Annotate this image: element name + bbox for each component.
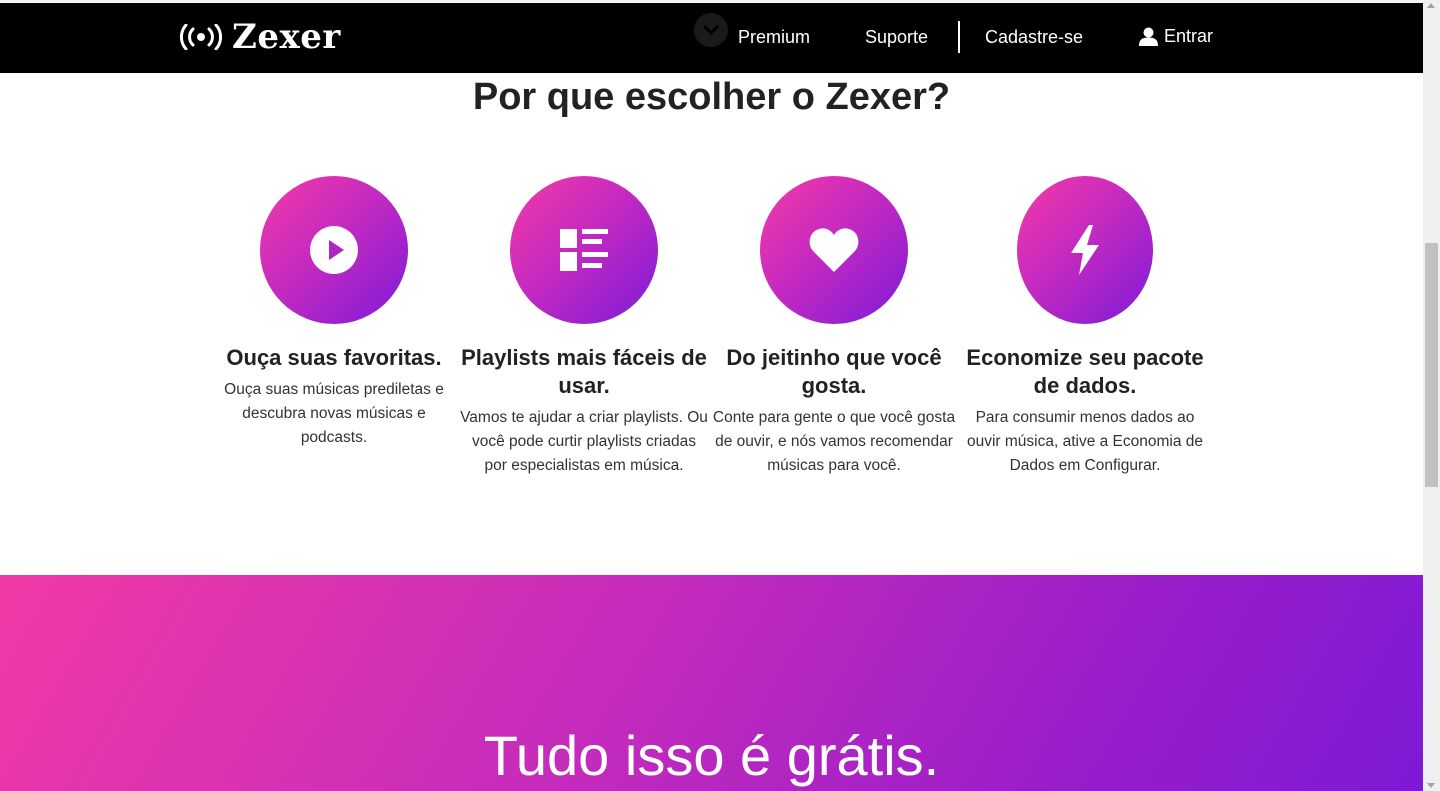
feature-card: Do jeitinho que você gosta. Conte para g… [709,176,959,478]
vertical-scrollbar[interactable] [1423,0,1440,791]
playlist-icon [560,229,608,271]
feature-title: Playlists mais fáceis de usar. [461,345,707,398]
scrollbar-thumb[interactable] [1425,243,1438,487]
heart-icon [809,228,859,272]
lightning-icon [1071,225,1099,275]
login-label: Entrar [1164,26,1214,46]
nav-support-link[interactable]: Suporte [865,27,928,48]
feature-description: Conte para gente o que você gosta de ouv… [712,409,956,474]
feature-card: Ouça suas favoritas. Ouça suas músicas p… [209,176,459,450]
nav-login-link[interactable]: Entrar [1139,26,1213,47]
nav-signup-link[interactable]: Cadastre-se [985,27,1083,48]
feature-description: Para consumir menos dados ao ouvir músic… [966,409,1204,474]
play-icon [310,226,358,274]
feature-card: Economize seu pacote de dados. Para cons… [960,176,1210,478]
brand-logo[interactable]: Zexer [180,17,341,57]
scroll-up-arrow-icon[interactable] [1427,3,1435,8]
feature-description: Ouça suas músicas prediletas e descubra … [224,381,444,446]
feature-circle [510,176,658,324]
broadcast-icon [180,24,222,50]
feature-title: Economize seu pacote de dados. [966,345,1204,398]
section-heading: Por que escolher o Zexer? [472,76,951,118]
banner-text: Tudo isso é grátis. [483,724,940,787]
nav-divider [958,21,960,53]
feature-title: Do jeitinho que você gosta. [726,345,942,398]
feature-circle [760,176,908,324]
navbar: Zexer Premium Suporte Cadastre-se Entrar [0,3,1423,73]
feature-title: Ouça suas favoritas. [226,345,442,370]
free-banner: Tudo isso é grátis. [0,575,1423,791]
feature-description: Vamos te ajudar a criar playlists. Ou vo… [460,409,708,474]
scroll-down-arrow-icon[interactable] [1427,783,1435,788]
chevron-down-icon [694,13,728,47]
page: Zexer Premium Suporte Cadastre-se Entrar… [0,0,1423,791]
feature-card: Playlists mais fáceis de usar. Vamos te … [459,176,709,478]
feature-circle [1017,176,1153,324]
nav-premium-link[interactable]: Premium [738,27,810,48]
brand-name: Zexer [232,17,341,57]
feature-circle [260,176,408,324]
user-icon [1139,27,1158,46]
